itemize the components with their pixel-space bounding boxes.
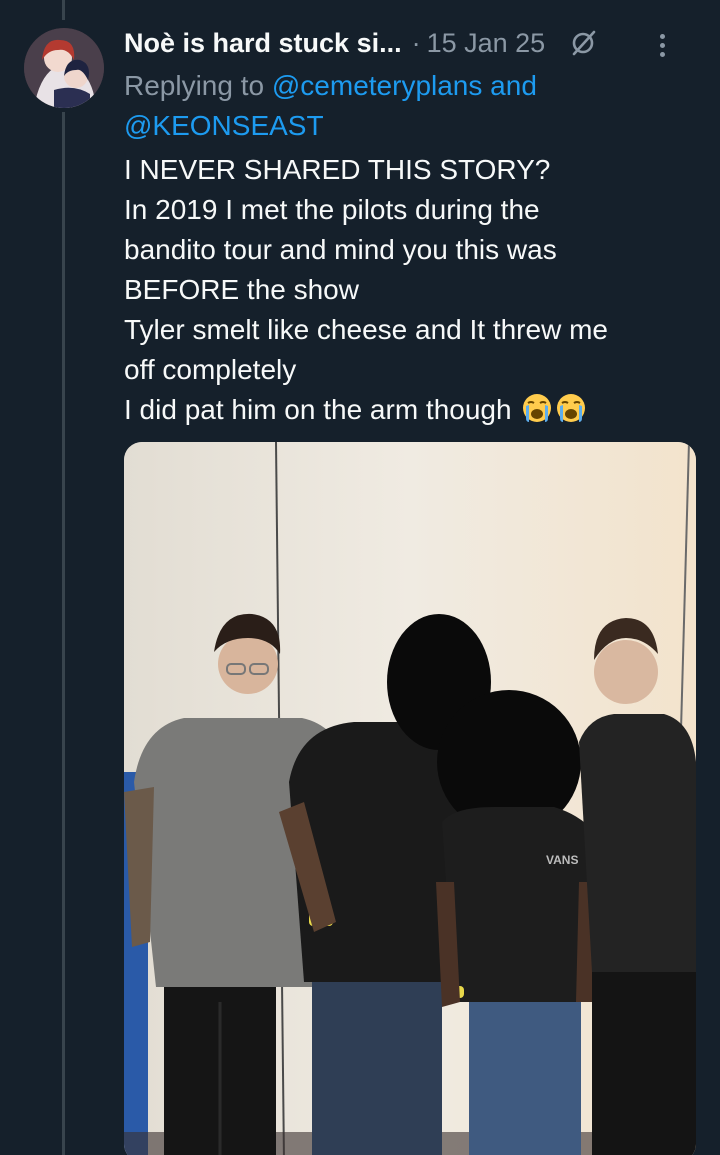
- tweet-photo[interactable]: VANS: [124, 442, 696, 1155]
- more-dot: [659, 51, 665, 57]
- tweet-header: Noè is hard stuck si... · 15 Jan 25: [124, 26, 704, 60]
- header-separator: ·: [411, 27, 421, 58]
- thread-line: [62, 112, 65, 1155]
- replying-prefix: Replying to: [124, 70, 265, 101]
- avatar[interactable]: [24, 28, 104, 108]
- circle-slash-icon[interactable]: [567, 27, 599, 59]
- shirt-text: VANS: [546, 853, 578, 867]
- loudly-crying-face-icon: [555, 392, 587, 424]
- more-dot: [659, 42, 665, 48]
- replying-to: Replying to @cemeteryplans and @KEONSEAS…: [124, 66, 684, 146]
- tweet-text-line: BEFORE the show: [124, 274, 359, 305]
- tweet-text-line: In 2019 I met the pilots during the: [124, 194, 540, 225]
- timestamp[interactable]: 15 Jan 25: [427, 28, 546, 59]
- tweet-text-line: off completely: [124, 354, 297, 385]
- more-dot: [659, 33, 665, 39]
- tweet-text-line: bandito tour and mind you this was: [124, 234, 557, 265]
- avatar-image: [24, 28, 104, 108]
- reply-and-text[interactable]: and: [490, 70, 537, 101]
- mention-link[interactable]: @cemeteryplans: [272, 70, 483, 101]
- mention-link[interactable]: @KEONSEAST: [124, 110, 324, 141]
- loudly-crying-face-icon: [521, 392, 553, 424]
- display-name[interactable]: Noè is hard stuck si...: [124, 28, 402, 59]
- thread-line-top: [62, 0, 65, 20]
- tweet-text-line: Tyler smelt like cheese and It threw me: [124, 314, 608, 345]
- photo-illustration: VANS: [124, 442, 696, 1155]
- tweet-text-line: I NEVER SHARED THIS STORY?: [124, 154, 551, 185]
- tweet-text-line: I did pat him on the arm though: [124, 394, 512, 425]
- tweet-text-line-last: I did pat him on the arm though: [124, 390, 684, 430]
- tweet-text: I NEVER SHARED THIS STORY? In 2019 I met…: [124, 150, 684, 430]
- more-vertical-icon[interactable]: [650, 30, 674, 60]
